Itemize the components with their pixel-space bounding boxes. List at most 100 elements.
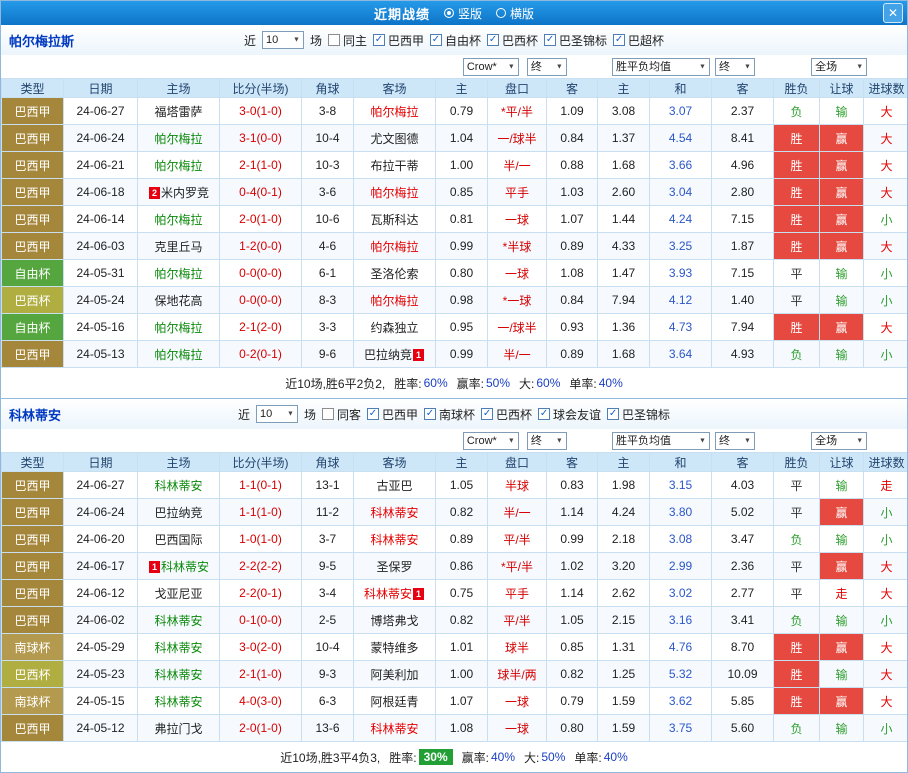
bookmaker-select[interactable]: Crow* <box>463 58 519 76</box>
stat-value: 50% <box>541 750 565 764</box>
scope-select[interactable]: 全场 <box>811 432 867 450</box>
league-filter-label: 巴西甲 <box>388 32 424 49</box>
team-link[interactable]: 圣洛伦索 <box>370 267 418 281</box>
team-link[interactable]: 阿美利加 <box>370 668 418 682</box>
checkbox-checked-icon[interactable]: ✓ <box>607 408 619 420</box>
team-link[interactable]: 米内罗竞 <box>161 186 209 200</box>
team-link[interactable]: 帕尔梅拉 <box>154 267 202 281</box>
column-header: 盘口 <box>488 79 547 98</box>
close-button[interactable]: ✕ <box>883 3 903 23</box>
euro-final-select[interactable]: 终 <box>715 432 755 450</box>
team-link[interactable]: 瓦斯科达 <box>370 213 418 227</box>
radio-unselected-icon[interactable] <box>496 8 506 18</box>
league-filter-checkbox[interactable]: ✓巴圣锦标 <box>607 406 670 423</box>
league-filter-checkbox[interactable]: ✓巴超杯 <box>613 32 664 49</box>
team-link[interactable]: 科林蒂安 <box>154 614 202 628</box>
odds-controls-row: Crow* 终 胜平负均值 终 全场 <box>1 55 907 78</box>
team-link[interactable]: 蒙特维多 <box>370 641 418 655</box>
league-filter-checkbox[interactable]: ✓巴圣锦标 <box>544 32 607 49</box>
team-link[interactable]: 帕尔梅拉 <box>154 321 202 335</box>
handicap-result-cell: 输 <box>820 260 864 287</box>
team-link[interactable]: 保地花高 <box>154 294 202 308</box>
team-link[interactable]: 巴拉纳竞 <box>154 506 202 520</box>
same-venue-checkbox[interactable]: 同客 <box>322 406 361 423</box>
team-link[interactable]: 科林蒂安 <box>364 587 412 601</box>
radio-selected-icon[interactable] <box>444 8 454 18</box>
scope-select[interactable]: 全场 <box>811 58 867 76</box>
team-link[interactable]: 克里丘马 <box>154 240 202 254</box>
games-count-select-wrap: 10 <box>262 31 304 49</box>
home-team-cell: 科林蒂安 <box>138 634 220 661</box>
team-link[interactable]: 尤文图德 <box>370 132 418 146</box>
league-filter-checkbox[interactable]: ✓巴西杯 <box>487 32 538 49</box>
team-link[interactable]: 戈亚尼亚 <box>154 587 202 601</box>
team-link[interactable]: 科林蒂安 <box>154 695 202 709</box>
team-link[interactable]: 巴拉纳竞 <box>364 348 412 362</box>
checkbox-checked-icon[interactable]: ✓ <box>613 34 625 46</box>
team-link[interactable]: 阿根廷青 <box>370 695 418 709</box>
euro-avg-select[interactable]: 胜平负均值 <box>612 432 710 450</box>
checkbox-checked-icon[interactable]: ✓ <box>481 408 493 420</box>
league-filter-checkbox[interactable]: ✓巴西甲 <box>367 406 418 423</box>
team-link[interactable]: 福塔雷萨 <box>154 105 202 119</box>
corners-cell: 3-6 <box>302 179 354 206</box>
team-link[interactable]: 帕尔梅拉 <box>154 348 202 362</box>
checkbox-checked-icon[interactable]: ✓ <box>367 408 379 420</box>
layout-radio-horizontal[interactable]: 横版 <box>496 5 534 22</box>
euro-final-select[interactable]: 终 <box>715 58 755 76</box>
checkbox-checked-icon[interactable]: ✓ <box>544 34 556 46</box>
team-link[interactable]: 科林蒂安 <box>370 506 418 520</box>
asian-away-odds-cell: 1.08 <box>547 260 598 287</box>
team-link[interactable]: 帕尔梅拉 <box>154 213 202 227</box>
team-link[interactable]: 科林蒂安 <box>154 641 202 655</box>
league-filter-checkbox[interactable]: ✓南球杯 <box>424 406 475 423</box>
match-row: 巴西甲24-06-14帕尔梅拉2-0(1-0)10-6瓦斯科达0.81一球1.0… <box>2 206 908 233</box>
euro-draw-odds-cell: 4.24 <box>650 206 712 233</box>
team-link[interactable]: 科林蒂安 <box>370 533 418 547</box>
games-count-select[interactable]: 10 <box>262 31 304 49</box>
team-link[interactable]: 帕尔梅拉 <box>370 105 418 119</box>
same-venue-checkbox[interactable]: 同主 <box>328 32 367 49</box>
team-link[interactable]: 约森独立 <box>370 321 418 335</box>
league-filter-checkbox[interactable]: ✓球会友谊 <box>538 406 601 423</box>
home-team-cell: 帕尔梅拉 <box>138 341 220 368</box>
team-name: 帕尔梅拉斯 <box>9 31 74 50</box>
bookmaker-select[interactable]: Crow* <box>463 432 519 450</box>
checkbox-checked-icon[interactable]: ✓ <box>424 408 436 420</box>
euro-avg-select[interactable]: 胜平负均值 <box>612 58 710 76</box>
team-link[interactable]: 布拉干蒂 <box>370 159 418 173</box>
goals-result-cell: 大 <box>864 98 908 125</box>
layout-radio-vertical[interactable]: 竖版 <box>444 5 482 22</box>
asian-final-select[interactable]: 终 <box>527 58 567 76</box>
team-link[interactable]: 科林蒂安 <box>154 479 202 493</box>
result-cell: 胜 <box>774 152 820 179</box>
team-link[interactable]: 古亚巴 <box>376 479 412 493</box>
league-filter-checkbox[interactable]: ✓巴西杯 <box>481 406 532 423</box>
checkbox-checked-icon[interactable]: ✓ <box>430 34 442 46</box>
league-filter-checkbox[interactable]: ✓自由杯 <box>430 32 481 49</box>
checkbox-checked-icon[interactable]: ✓ <box>538 408 550 420</box>
team-link[interactable]: 帕尔梅拉 <box>154 132 202 146</box>
team-link[interactable]: 科林蒂安 <box>161 560 209 574</box>
team-link[interactable]: 弗拉门戈 <box>154 722 202 736</box>
checkbox-unchecked-icon[interactable] <box>322 408 334 420</box>
team-link[interactable]: 帕尔梅拉 <box>154 159 202 173</box>
team-link[interactable]: 博塔弗戈 <box>370 614 418 628</box>
checkbox-unchecked-icon[interactable] <box>328 34 340 46</box>
team-link[interactable]: 科林蒂安 <box>370 722 418 736</box>
team-link[interactable]: 帕尔梅拉 <box>370 294 418 308</box>
league-filter-checkbox[interactable]: ✓巴西甲 <box>373 32 424 49</box>
away-team-cell: 约森独立 <box>354 314 436 341</box>
checkbox-checked-icon[interactable]: ✓ <box>373 34 385 46</box>
goals-result-cell: 大 <box>864 661 908 688</box>
team-link[interactable]: 圣保罗 <box>376 560 412 574</box>
goals-result-cell: 小 <box>864 607 908 634</box>
team-link[interactable]: 帕尔梅拉 <box>370 240 418 254</box>
team-link[interactable]: 帕尔梅拉 <box>370 186 418 200</box>
asian-final-select[interactable]: 终 <box>527 432 567 450</box>
asian-home-odds-cell: 1.08 <box>436 715 488 742</box>
games-count-select[interactable]: 10 <box>256 405 298 423</box>
team-link[interactable]: 巴西国际 <box>154 533 202 547</box>
team-link[interactable]: 科林蒂安 <box>154 668 202 682</box>
checkbox-checked-icon[interactable]: ✓ <box>487 34 499 46</box>
